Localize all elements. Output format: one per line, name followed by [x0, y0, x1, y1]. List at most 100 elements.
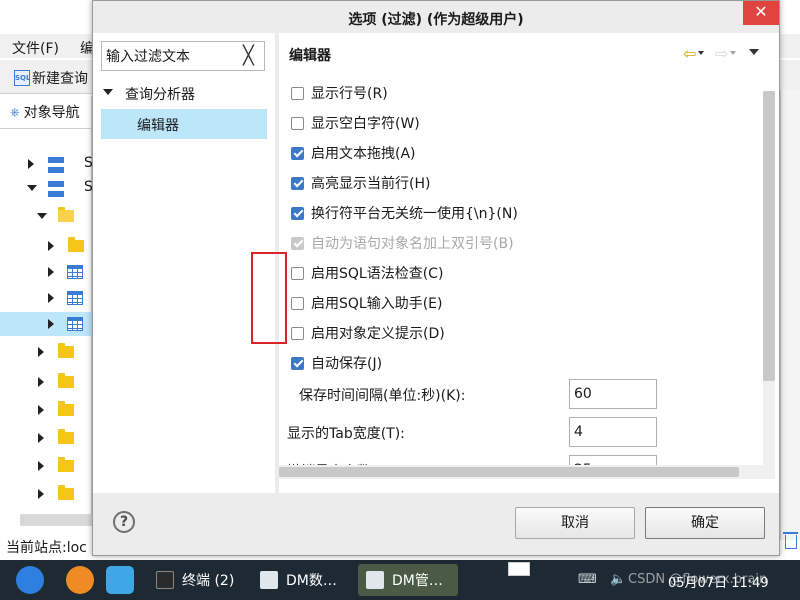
tree-node[interactable]	[0, 260, 92, 284]
launcher-icon[interactable]	[16, 566, 44, 594]
expand-icon[interactable]	[48, 267, 54, 277]
scrollbar-thumb[interactable]	[279, 467, 739, 477]
option-show-whitespace[interactable]: 显示空白字符(W)	[291, 109, 420, 137]
option-object-definition-hint[interactable]: 启用对象定义提示(D)	[291, 319, 445, 347]
back-button[interactable]: ⇦	[683, 43, 709, 63]
clear-filter-icon[interactable]: ╳	[243, 47, 254, 65]
close-icon[interactable]: ✕	[743, 1, 779, 25]
expand-icon[interactable]	[38, 405, 44, 415]
tree-node[interactable]	[0, 454, 92, 478]
option-sql-syntax-check[interactable]: 启用SQL语法检查(C)	[291, 259, 443, 287]
checkbox[interactable]	[291, 266, 304, 280]
menu-file[interactable]: 文件(F)	[12, 38, 59, 58]
expand-icon[interactable]	[38, 347, 44, 357]
object-navigator: ⎈ 对象导航 S S	[0, 96, 93, 526]
dialog-titlebar[interactable]: 选项 (过滤) (作为超级用户) ✕	[93, 1, 779, 33]
ok-button[interactable]: 确定	[645, 507, 765, 539]
task-label: 终端 (2)	[182, 573, 235, 589]
expand-icon[interactable]	[48, 241, 54, 251]
cancel-button[interactable]: 取消	[515, 507, 635, 539]
taskbar: 终端 (2) DM数… DM管… ⌨ 🔈 CSDN @flowerx.brain…	[0, 560, 800, 600]
max-undo-label: 撤销最大次数(U):	[287, 455, 397, 465]
tab-width-input[interactable]	[569, 417, 657, 447]
collapse-icon[interactable]	[37, 213, 47, 219]
checkbox[interactable]	[291, 86, 304, 100]
option-newline-normalize[interactable]: 换行符平台无关统一使用{\n}(N)	[291, 199, 518, 227]
option-label: 高亮显示当前行(H)	[311, 176, 431, 192]
folder-icon	[58, 485, 74, 500]
option-label: 启用文本拖拽(A)	[311, 146, 416, 162]
task-dm-manager[interactable]: DM管…	[358, 564, 458, 596]
tree-node[interactable]	[0, 286, 92, 310]
expand-icon[interactable]	[48, 319, 54, 329]
tree-item-label: 查询分析器	[125, 87, 195, 103]
expand-icon[interactable]	[38, 489, 44, 499]
tree-node[interactable]	[0, 482, 92, 506]
firefox-icon[interactable]	[66, 566, 94, 594]
right-panel-edge	[780, 90, 800, 540]
checkbox-checked[interactable]	[291, 176, 304, 190]
tree-node[interactable]	[0, 340, 92, 364]
volume-icon[interactable]: 🔈	[610, 572, 626, 587]
option-text-drag[interactable]: 启用文本拖拽(A)	[291, 139, 416, 167]
collapse-icon[interactable]	[103, 89, 113, 95]
tree-node[interactable]: S	[0, 152, 93, 176]
settings-hscrollbar[interactable]	[279, 465, 775, 479]
view-menu-icon[interactable]	[749, 49, 759, 55]
file-manager-icon[interactable]	[106, 566, 134, 594]
option-label: 显示空白字符(W)	[311, 116, 420, 132]
tree-node[interactable]	[0, 398, 92, 422]
new-query-button[interactable]: SQL 新建查询	[14, 68, 88, 88]
expand-icon[interactable]	[48, 293, 54, 303]
checkbox-checked[interactable]	[291, 206, 304, 220]
tree-node-selected[interactable]	[0, 312, 92, 336]
max-undo-input[interactable]	[569, 455, 657, 465]
task-terminal[interactable]: 终端 (2)	[148, 564, 248, 596]
task-dm-db[interactable]: DM数…	[252, 564, 352, 596]
expand-icon[interactable]	[38, 461, 44, 471]
checkbox[interactable]	[291, 116, 304, 130]
expand-icon[interactable]	[38, 433, 44, 443]
settings-vscrollbar[interactable]	[763, 91, 775, 465]
help-icon[interactable]: ?	[113, 511, 135, 533]
collapse-icon[interactable]	[27, 185, 37, 191]
tree-node[interactable]	[0, 234, 92, 258]
dialog-title: 选项 (过滤) (作为超级用户)	[348, 12, 524, 28]
option-label: 启用SQL输入助手(E)	[311, 296, 443, 312]
save-interval-input[interactable]	[569, 379, 657, 409]
scrollbar-thumb[interactable]	[763, 91, 775, 381]
checkbox[interactable]	[291, 326, 304, 340]
clock[interactable]: 05月07日 11:49	[668, 572, 769, 591]
navigator-icon: ⎈	[10, 104, 20, 119]
chevron-down-icon	[698, 51, 705, 55]
option-highlight-line[interactable]: 高亮显示当前行(H)	[291, 169, 430, 197]
navigator-hscrollbar[interactable]	[20, 514, 92, 526]
checkbox[interactable]	[291, 296, 304, 310]
option-sql-input-assist[interactable]: 启用SQL输入助手(E)	[291, 289, 442, 317]
option-show-line-numbers[interactable]: 显示行号(R)	[291, 79, 388, 107]
forward-button[interactable]: ⇨	[715, 43, 741, 63]
checkbox-checked[interactable]	[291, 146, 304, 160]
keyboard-icon[interactable]: ⌨	[578, 572, 597, 587]
option-label: 启用对象定义提示(D)	[311, 326, 445, 342]
expand-icon[interactable]	[28, 159, 34, 169]
expand-icon[interactable]	[38, 377, 44, 387]
filter-input[interactable]	[101, 41, 265, 71]
tree-item-editor[interactable]: 编辑器	[101, 109, 267, 139]
notification-icon[interactable]	[508, 562, 530, 576]
task-label: DM数…	[286, 573, 337, 589]
checkbox-checked[interactable]	[291, 356, 304, 370]
tree-item-label: 编辑器	[137, 118, 179, 134]
option-label: 自动为语句对象名加上双引号(B)	[311, 236, 514, 252]
trash-icon[interactable]	[783, 532, 798, 549]
tree-node[interactable]	[0, 204, 92, 228]
tree-node[interactable]: S	[0, 176, 93, 200]
folder-icon	[58, 429, 74, 444]
task-label: DM管…	[392, 573, 443, 589]
folder-icon	[58, 401, 74, 416]
option-auto-save[interactable]: 自动保存(J)	[291, 349, 382, 377]
editor-settings: 显示行号(R) 显示空白字符(W) 启用文本拖拽(A) 高亮显示当前行(H) 换…	[283, 75, 777, 465]
tree-node[interactable]	[0, 370, 92, 394]
tree-item-query-analyzer[interactable]: 查询分析器	[101, 81, 267, 107]
tree-node[interactable]	[0, 426, 92, 450]
